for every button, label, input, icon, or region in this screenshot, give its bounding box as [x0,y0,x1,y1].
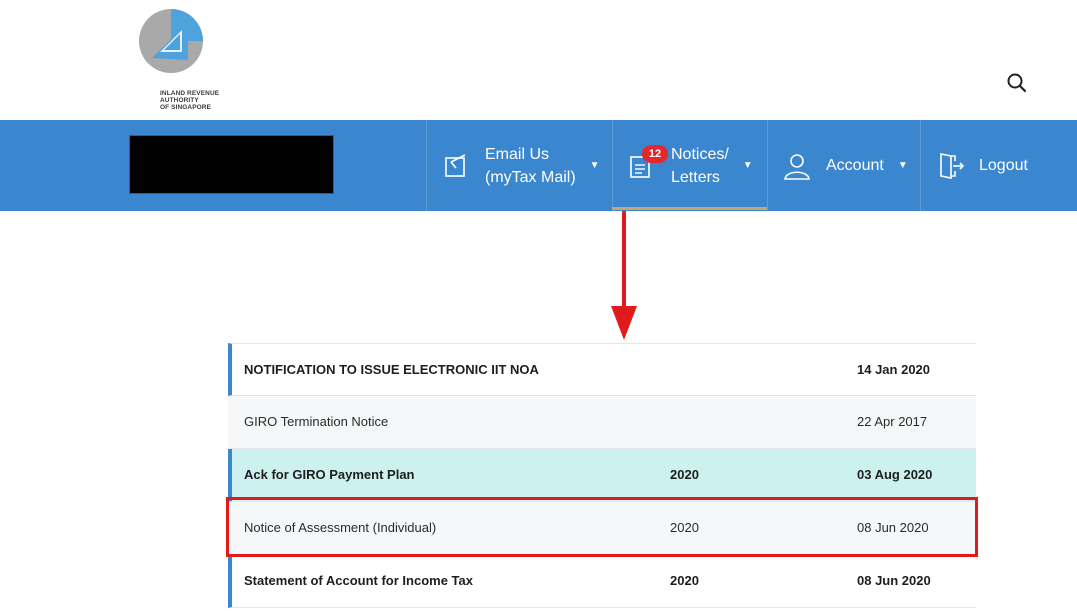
table-row[interactable]: Statement of Account for Income Tax 2020… [228,555,976,608]
redacted-user-name [129,135,334,194]
top-header: INLAND REVENUE AUTHORITY OF SINGAPORE [0,0,1077,120]
chevron-down-icon: ▼ [742,160,753,171]
notice-title: GIRO Termination Notice [244,414,389,429]
nav-notices-label: Notices/ Letters [671,143,729,189]
nav-notices-line1: Notices/ [671,145,729,163]
notices-count-badge: 12 [642,145,668,163]
iras-logo-icon [139,9,203,73]
user-icon [784,153,810,180]
email-edit-icon [445,153,466,177]
search-icon [1007,73,1027,93]
logo-line: OF SINGAPORE [160,104,212,111]
search-button[interactable] [1006,72,1032,98]
table-row[interactable]: GIRO Termination Notice 22 Apr 2017 [228,396,976,449]
nav-notices-line2: Letters [671,168,720,186]
notice-title: NOTIFICATION TO ISSUE ELECTRONIC IIT NOA [244,362,539,377]
notice-date: 08 Jun 2020 [857,573,931,588]
annotation-arrow-shaft [622,211,626,308]
chevron-down-icon: ▼ [897,160,908,171]
nav-account-label: Account [826,156,884,174]
iras-logo[interactable]: INLAND REVENUE AUTHORITY OF SINGAPORE [138,8,238,112]
notice-title: Statement of Account for Income Tax [244,573,473,588]
notice-date: 14 Jan 2020 [857,362,931,377]
notice-year: 2020 [670,573,699,588]
nav-account[interactable]: Account ▼ [767,120,920,211]
table-row[interactable]: Notice of Assessment (Individual) 2020 0… [228,502,976,555]
chevron-down-icon: ▼ [589,160,600,171]
notice-date: 08 Jun 2020 [857,520,929,535]
nav-logout-label: Logout [979,156,1028,174]
notice-date: 03 Aug 2020 [857,467,933,482]
logout-door-icon [940,152,965,179]
nav-logout[interactable]: Logout [920,120,1077,211]
logo-text: INLAND REVENUE AUTHORITY OF SINGAPORE [160,90,219,111]
nav-email-line1: Email Us [485,145,550,163]
table-row[interactable]: NOTIFICATION TO ISSUE ELECTRONIC IIT NOA… [228,343,976,396]
nav-email-us[interactable]: Email Us (myTax Mail) ▼ [426,120,612,211]
nav-email-label: Email Us (myTax Mail) [485,143,576,189]
logo-line: INLAND REVENUE [160,90,220,97]
notices-list: NOTIFICATION TO ISSUE ELECTRONIC IIT NOA… [228,343,976,608]
notice-date: 22 Apr 2017 [857,414,928,429]
logo-line: AUTHORITY [160,97,199,104]
notice-year: 2020 [670,467,699,482]
notice-title: Ack for GIRO Payment Plan [244,467,415,482]
notice-title: Notice of Assessment (Individual) [244,520,437,535]
annotation-arrow-head [611,306,637,340]
notice-year: 2020 [670,520,699,535]
nav-notices-letters[interactable]: Notices/ Letters ▼ [612,120,767,211]
nav-email-line2: (myTax Mail) [485,168,576,186]
active-tab-indicator [612,207,767,210]
table-row[interactable]: Ack for GIRO Payment Plan 2020 03 Aug 20… [228,449,976,502]
